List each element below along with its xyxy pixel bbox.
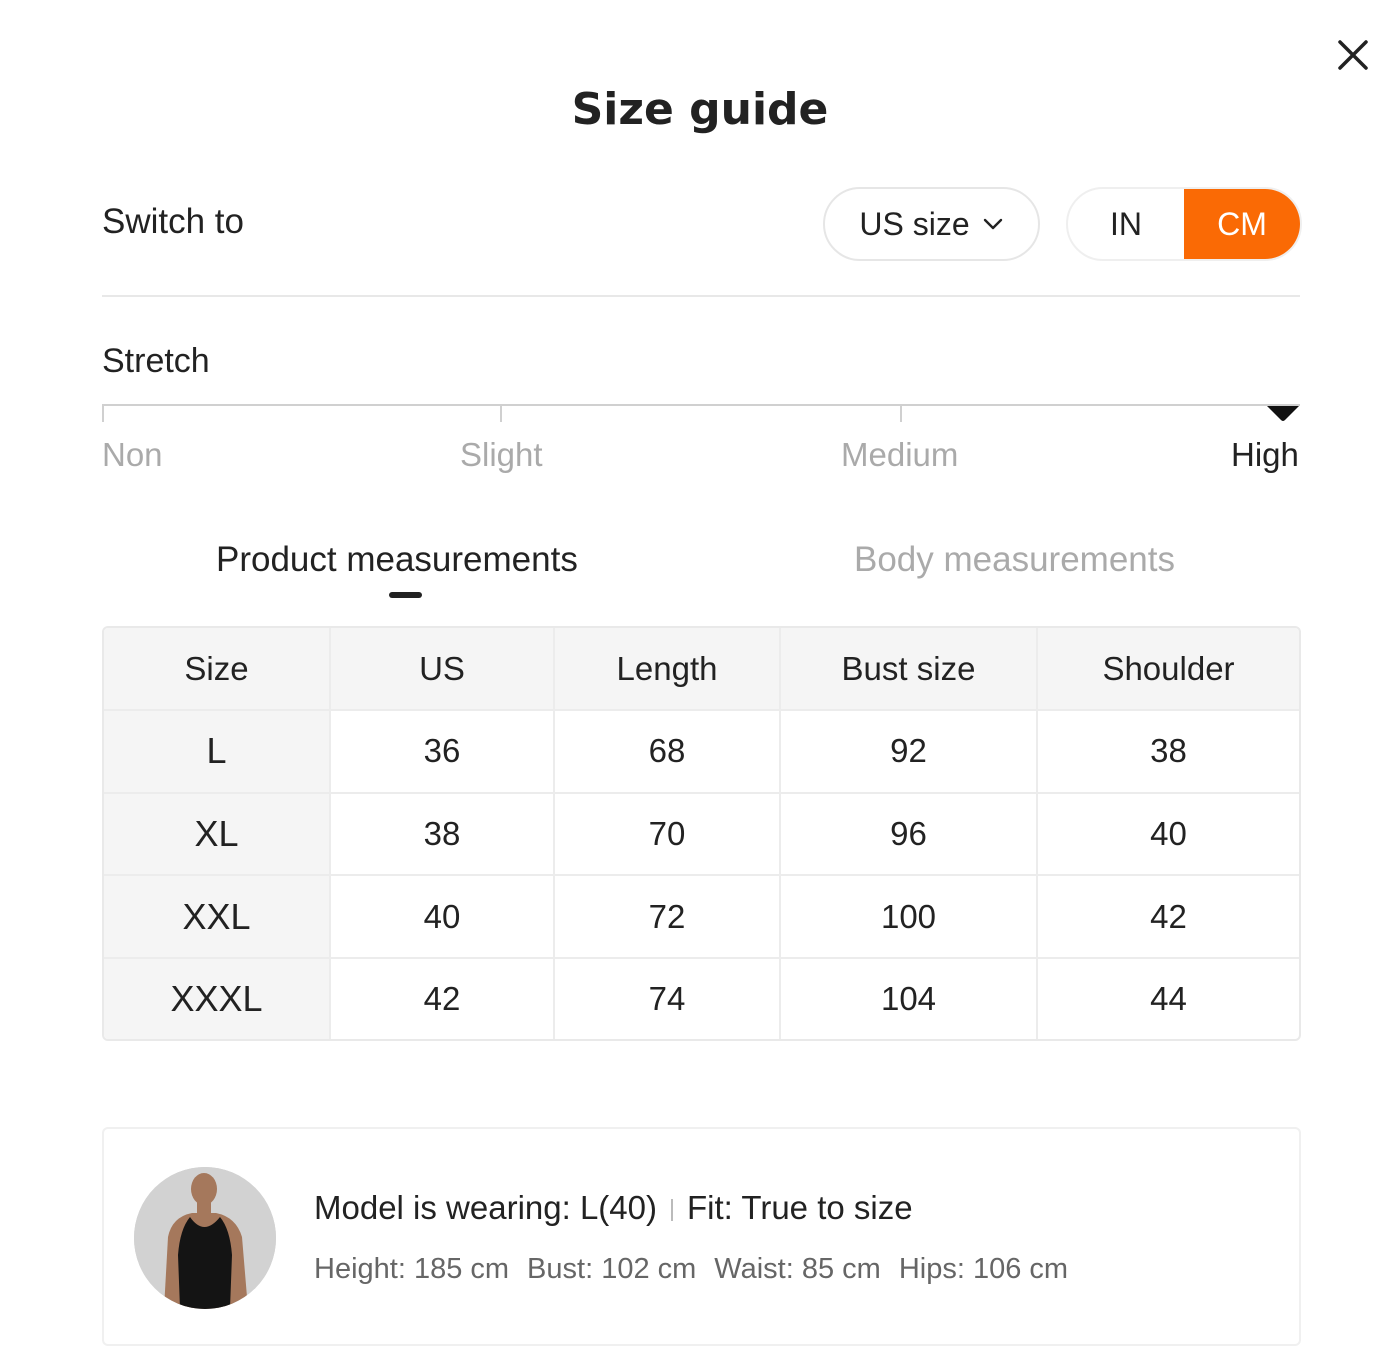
table-cell: XL <box>104 791 331 877</box>
close-button[interactable] <box>1330 32 1376 78</box>
table-row: XXL 40 72 100 42 <box>104 874 1299 960</box>
stretch-marker-icon <box>1266 405 1300 423</box>
header-size: Size <box>104 628 331 711</box>
size-system-select[interactable]: US size <box>823 187 1040 261</box>
table-cell: 40 <box>1036 791 1299 877</box>
unit-option-in[interactable]: IN <box>1068 189 1184 259</box>
dialog-title: Size guide <box>571 84 829 135</box>
header-shoulder: Shoulder <box>1036 628 1299 711</box>
table-cell: XXXL <box>104 957 331 1039</box>
model-photo-icon <box>134 1167 276 1309</box>
tab-body-measurements[interactable]: Body measurements <box>854 540 1175 580</box>
size-table: Size US Length Bust size Shoulder L 36 6… <box>102 626 1301 1041</box>
size-system-value: US size <box>859 205 970 242</box>
table-cell: 68 <box>553 709 781 794</box>
table-header-row: Size US Length Bust size Shoulder <box>104 628 1299 711</box>
stretch-track <box>102 404 1300 406</box>
stretch-tick <box>102 404 104 422</box>
model-height: Height: 185 cm <box>314 1253 510 1285</box>
model-avatar <box>134 1167 276 1309</box>
table-cell: 38 <box>329 791 555 877</box>
table-cell: 42 <box>329 957 555 1039</box>
unit-option-cm[interactable]: CM <box>1184 189 1300 259</box>
model-fit-text: Fit: True to size <box>687 1189 913 1226</box>
stretch-option-high: High <box>1231 436 1299 473</box>
stretch-tick <box>500 404 502 422</box>
table-cell: 36 <box>329 709 555 794</box>
switch-to-label: Switch to <box>102 202 244 241</box>
stretch-option-non: Non <box>102 436 163 473</box>
stretch-option-slight: Slight <box>460 436 543 473</box>
header-bust-size: Bust size <box>779 628 1038 711</box>
table-cell: 42 <box>1036 874 1299 960</box>
header-length: Length <box>553 628 781 711</box>
unit-toggle: IN CM <box>1066 187 1302 261</box>
model-stats-line: Height: 185 cm Bust: 102 cm Waist: 85 cm Hi… <box>314 1253 1086 1286</box>
separator <box>671 1199 673 1222</box>
table-row: L 36 68 92 38 <box>104 709 1299 794</box>
chevron-down-icon <box>983 218 1002 230</box>
table-cell: 92 <box>779 709 1038 794</box>
table-cell: 44 <box>1036 957 1299 1039</box>
table-cell: XXL <box>104 874 331 960</box>
close-icon[interactable] <box>1330 32 1376 78</box>
active-tab-indicator <box>389 592 422 598</box>
size-guide-dialog: Size guide Switch to US size IN CM Stret… <box>0 0 1400 1361</box>
model-bust: Bust: 102 cm <box>527 1253 697 1285</box>
table-cell: 72 <box>553 874 781 960</box>
model-hips: Hips: 106 cm <box>898 1253 1069 1285</box>
table-cell: L <box>104 709 331 794</box>
table-cell: 96 <box>779 791 1038 877</box>
table-row: XXXL 42 74 104 44 <box>104 957 1299 1039</box>
stretch-option-medium: Medium <box>841 436 959 473</box>
stretch-tick <box>900 404 902 422</box>
table-cell: 38 <box>1036 709 1299 794</box>
table-cell: 100 <box>779 874 1038 960</box>
model-wearing-line: Model is wearing: L(40) Fit: True to size <box>314 1189 913 1227</box>
divider <box>102 295 1300 297</box>
table-cell: 74 <box>553 957 781 1039</box>
table-cell: 104 <box>779 957 1038 1039</box>
table-cell: 40 <box>329 874 555 960</box>
model-info-card: Model is wearing: L(40) Fit: True to size… <box>102 1127 1301 1346</box>
model-waist: Waist: 85 cm <box>714 1253 881 1285</box>
tab-product-measurements[interactable]: Product measurements <box>216 540 578 580</box>
table-cell: 70 <box>553 791 781 877</box>
header-us: US <box>329 628 555 711</box>
table-row: XL 38 70 96 40 <box>104 791 1299 877</box>
stretch-label: Stretch <box>102 342 210 380</box>
model-wearing-text: Model is wearing: L(40) <box>314 1189 657 1226</box>
